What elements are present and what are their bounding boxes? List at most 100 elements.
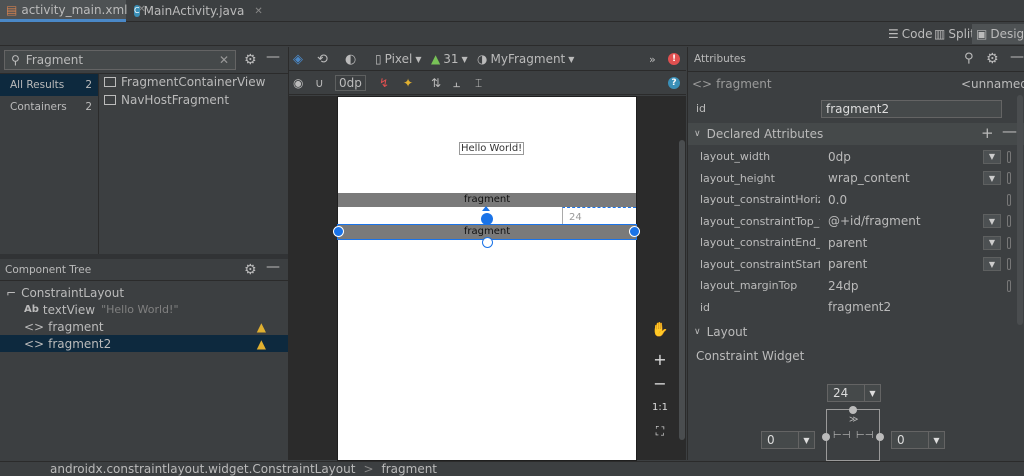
tree-item-fragment2[interactable]: <> fragment2 ▲	[0, 335, 288, 352]
attribute-value[interactable]: 24dp	[828, 279, 859, 293]
remove-attribute-button[interactable]: —	[1002, 122, 1017, 140]
api-level-selector[interactable]: ▲ 31 ▼	[431, 50, 468, 68]
hello-world-textview[interactable]: Hello World!	[459, 142, 525, 155]
breadcrumb-constraintlayout[interactable]: androidx.constraintlayout.widget.Constra…	[50, 462, 355, 476]
attribute-value[interactable]: parent	[828, 257, 867, 271]
category-all-results[interactable]: All Results 2	[0, 74, 98, 96]
infer-constraints-icon[interactable]: ✦	[403, 74, 413, 92]
tree-item-fragment[interactable]: <> fragment ▲	[0, 318, 288, 335]
attribute-value[interactable]: wrap_content	[828, 171, 910, 185]
chevron-down-icon[interactable]: ▼	[983, 214, 1001, 229]
pan-hand-icon[interactable]: ✋	[648, 319, 672, 341]
resource-picker-icon[interactable]	[1007, 193, 1011, 206]
default-margin-selector[interactable]: 0dp	[335, 75, 366, 91]
attribute-row[interactable]: layout_constraintTop_to... @+id/fragment ▼	[688, 211, 1011, 233]
device-preview[interactable]: Hello World! fragment 24 fragment	[333, 96, 640, 461]
margin-top-dropdown[interactable]: 24 ▼	[827, 384, 881, 402]
error-icon[interactable]: !	[668, 53, 680, 65]
margin-left-dropdown[interactable]: 0 ▼	[761, 431, 815, 449]
zoom-to-fit-icon[interactable]: ⛶	[648, 420, 672, 442]
palette-item-fragment-container-view[interactable]: FragmentContainerView	[104, 73, 265, 91]
chevron-down-icon[interactable]: ▼	[983, 257, 1001, 272]
attribute-row[interactable]: id fragment2	[688, 297, 1008, 319]
tree-item-constraintlayout[interactable]: ⌐ ConstraintLayout	[0, 284, 288, 301]
resource-picker-icon[interactable]	[1007, 279, 1011, 292]
attribute-row[interactable]: layout_constraintStart_to... parent ▼	[688, 254, 1011, 276]
clear-constraints-icon[interactable]: ↯	[379, 74, 389, 92]
id-field[interactable]: fragment2	[821, 100, 1002, 118]
eye-icon[interactable]: ◉	[293, 74, 303, 92]
search-input[interactable]: Fragment	[26, 53, 213, 67]
fragment1-preview[interactable]: fragment	[338, 193, 636, 207]
tree-item-textview[interactable]: Ab textView "Hello World!"	[0, 301, 288, 318]
attribute-row[interactable]: layout_constraintHorizo... 0.0	[688, 189, 1011, 211]
left-anchor-handle[interactable]	[333, 226, 344, 237]
resource-picker-icon[interactable]	[1007, 258, 1011, 271]
minimize-icon[interactable]: —	[266, 259, 280, 275]
minimize-icon[interactable]: —	[1010, 49, 1024, 65]
device-selector[interactable]: ▯ Pixel ▼	[375, 50, 422, 68]
tab-activity-main[interactable]: ▤ activity_main.xml ✕	[0, 0, 146, 22]
attribute-row[interactable]: layout_width 0dp ▼	[688, 146, 1011, 168]
palette-search[interactable]: ⚲ Fragment ✕	[4, 50, 236, 70]
resource-picker-icon[interactable]	[1007, 150, 1011, 163]
close-icon[interactable]: ✕	[254, 6, 262, 17]
pack-icon[interactable]: ⇅	[431, 74, 441, 92]
layers-icon[interactable]: ◈	[293, 50, 303, 68]
guidelines-icon[interactable]: ⌶	[475, 74, 482, 92]
attribute-value[interactable]: 0dp	[828, 150, 851, 164]
category-containers[interactable]: Containers 2	[0, 96, 98, 118]
breadcrumb-fragment[interactable]: fragment	[382, 462, 438, 476]
clear-icon[interactable]: ✕	[219, 53, 229, 67]
right-constraint-dot[interactable]	[876, 433, 884, 441]
width-match-constraint-icon[interactable]: ⊢⊣	[856, 430, 873, 441]
top-constraint-dot[interactable]	[849, 406, 857, 414]
width-match-constraint-icon[interactable]: ⊢⊣	[833, 430, 850, 441]
tab-main-activity[interactable]: C MainActivity.java ✕	[128, 0, 263, 22]
palette-item-nav-host-fragment[interactable]: NavHostFragment	[104, 91, 229, 109]
top-anchor-handle[interactable]	[481, 213, 493, 225]
layout-section-header[interactable]: ∨ Layout	[688, 321, 1024, 343]
night-mode-icon[interactable]: ◐	[345, 50, 356, 68]
warning-icon[interactable]: ▲	[257, 320, 266, 334]
margin-right-dropdown[interactable]: 0 ▼	[891, 431, 945, 449]
attribute-value[interactable]: parent	[828, 236, 867, 250]
gear-icon[interactable]: ⚙	[244, 262, 257, 278]
search-icon[interactable]: ⚲	[964, 51, 974, 66]
add-attribute-button[interactable]: +	[981, 124, 994, 142]
resource-picker-icon[interactable]	[1007, 215, 1011, 228]
bottom-anchor-handle[interactable]	[482, 237, 493, 248]
panel-splitter[interactable]	[0, 254, 288, 259]
align-icon[interactable]: ⫠	[453, 74, 460, 92]
attribute-value[interactable]: fragment2	[828, 300, 891, 314]
attributes-scrollbar[interactable]	[1017, 95, 1023, 325]
zoom-in-button[interactable]: +	[648, 348, 672, 370]
resource-picker-icon[interactable]	[1007, 236, 1011, 249]
zoom-actual-size-button[interactable]: 1:1	[648, 396, 672, 418]
minimize-icon[interactable]: —	[266, 49, 280, 65]
attribute-value[interactable]: 0.0	[828, 193, 847, 207]
attribute-row[interactable]: layout_marginTop 24dp	[688, 275, 1011, 297]
help-icon[interactable]: ?	[668, 77, 680, 89]
gear-icon[interactable]: ⚙	[244, 52, 257, 68]
gear-icon[interactable]: ⚙	[986, 51, 999, 67]
zoom-out-button[interactable]: −	[648, 372, 672, 394]
attribute-row[interactable]: layout_height wrap_content ▼	[688, 168, 1011, 190]
orientation-icon[interactable]: ⟲	[317, 50, 328, 68]
resource-picker-icon[interactable]	[1007, 172, 1011, 185]
warning-icon[interactable]: ▲	[257, 337, 266, 351]
chevron-down-icon[interactable]: ▼	[983, 149, 1001, 164]
chevron-down-icon[interactable]: ▼	[983, 235, 1001, 250]
attribute-value[interactable]: @+id/fragment	[828, 214, 921, 228]
theme-selector[interactable]: ◑ MyFragment ▼	[477, 50, 574, 68]
design-mode-button[interactable]: ▣Design	[972, 24, 1024, 44]
chevron-down-icon[interactable]: ▼	[983, 171, 1001, 186]
magnet-icon[interactable]: ∪	[315, 74, 324, 92]
code-mode-button[interactable]: ☰ Code	[884, 24, 937, 44]
left-constraint-dot[interactable]	[822, 433, 830, 441]
right-anchor-handle[interactable]	[629, 226, 640, 237]
overflow-icon[interactable]: »	[649, 50, 656, 68]
declared-attributes-header[interactable]: ∨ Declared Attributes	[688, 123, 1024, 145]
attribute-row[interactable]: layout_constraintEnd_toE... parent ▼	[688, 232, 1011, 254]
canvas-scrollbar[interactable]	[679, 140, 685, 440]
